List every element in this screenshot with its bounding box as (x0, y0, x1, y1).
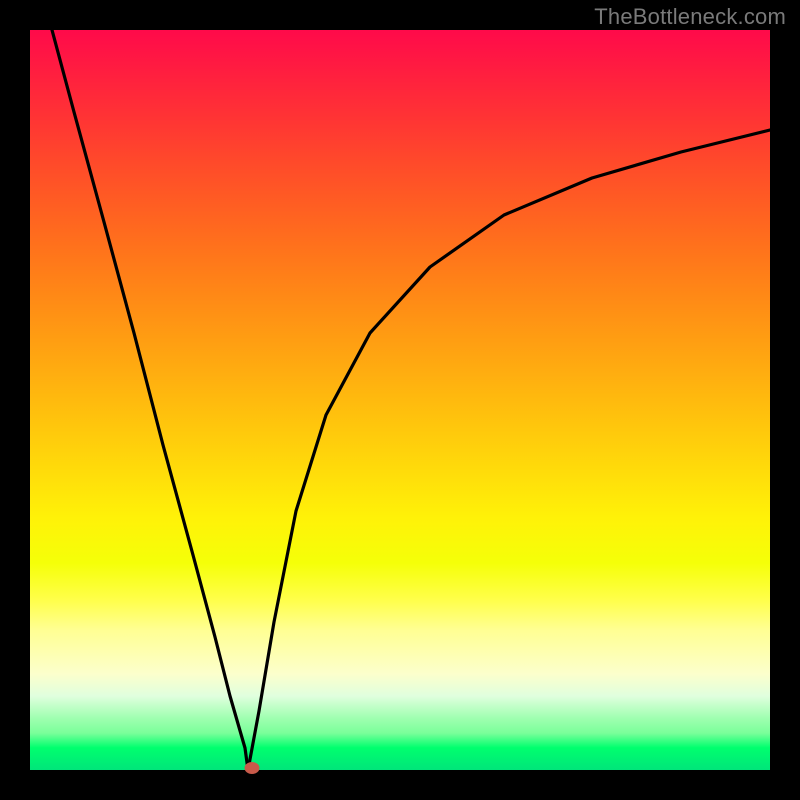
curve-left-branch (52, 30, 248, 770)
bottleneck-curve (30, 30, 770, 770)
watermark-text: TheBottleneck.com (594, 4, 786, 30)
curve-right-branch (248, 130, 770, 770)
optimal-point-marker (245, 762, 260, 774)
plot-area (30, 30, 770, 770)
chart-frame: TheBottleneck.com (0, 0, 800, 800)
